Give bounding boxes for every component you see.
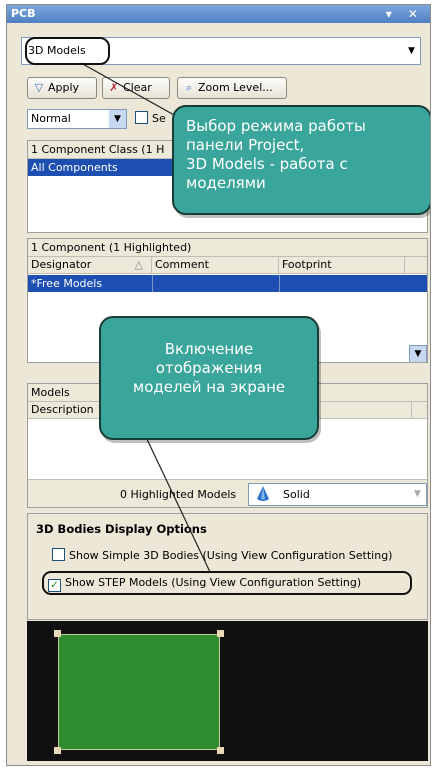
corner-handle[interactable] bbox=[54, 630, 61, 637]
mode-callout: Выбор режима работы панели Project, 3D M… bbox=[172, 105, 430, 215]
panel-title: PCB bbox=[11, 7, 36, 20]
table-row[interactable]: *Free Models bbox=[28, 275, 427, 292]
display-callout-text: Включение отображения моделей на экране bbox=[132, 340, 286, 396]
display-options-group: 3D Bodies Display Options Show Simple 3D… bbox=[27, 513, 428, 620]
chevron-down-icon[interactable]: ▼ bbox=[109, 110, 126, 128]
highlight-bar: 0 Highlighted Models Solid ▼ bbox=[28, 479, 427, 507]
column-filler bbox=[405, 257, 427, 274]
component-list-header: 1 Component (1 Highlighted) bbox=[28, 239, 427, 257]
select-checkbox[interactable]: Se bbox=[135, 111, 166, 125]
select-checkbox-box[interactable] bbox=[135, 111, 148, 124]
corner-handle[interactable] bbox=[54, 747, 61, 754]
clear-icon: ✗ bbox=[109, 81, 119, 94]
display-options-title: 3D Bodies Display Options bbox=[36, 522, 207, 536]
corner-handle[interactable] bbox=[217, 747, 224, 754]
component-list-dropdown[interactable]: ▼ bbox=[409, 345, 427, 362]
apply-button[interactable]: ▽ Apply bbox=[27, 77, 97, 99]
pcb-panel: PCB ▾ ✕ 3D Models ▼ ▽ Apply ✗ Clear ⌕ Zoom … bbox=[6, 4, 431, 766]
cone-icon bbox=[256, 486, 270, 502]
model-preview[interactable] bbox=[27, 621, 428, 761]
display-callout: Включение отображения моделей на экране bbox=[99, 316, 319, 440]
column-footprint[interactable]: Footprint bbox=[279, 257, 405, 274]
render-mode-value: Solid bbox=[283, 488, 310, 501]
mode-callout-text: Выбор режима работы панели Project, 3D M… bbox=[186, 117, 366, 192]
panel-title-bar: PCB ▾ ✕ bbox=[7, 5, 430, 23]
show-simple-bodies-checkbox[interactable] bbox=[52, 548, 65, 561]
mode-highlight-ring bbox=[25, 37, 110, 65]
board-preview bbox=[54, 630, 224, 754]
select-checkbox-label: Se bbox=[152, 112, 166, 125]
filter-mode-select[interactable]: Normal ▼ bbox=[27, 109, 127, 129]
magnifier-icon: ⌕ bbox=[185, 81, 193, 94]
render-mode-select[interactable]: Solid ▼ bbox=[248, 483, 427, 506]
show-step-models-option[interactable]: ✓ Show STEP Models (Using View Configurat… bbox=[42, 571, 412, 595]
zoom-level-button[interactable]: ⌕ Zoom Level... bbox=[177, 77, 287, 99]
filter-mode-value: Normal bbox=[31, 112, 71, 125]
show-step-models-label: Show STEP Models (Using View Configurati… bbox=[65, 576, 362, 589]
show-simple-bodies-label: Show Simple 3D Bodies (Using View Config… bbox=[69, 549, 393, 562]
show-step-models-checkbox[interactable]: ✓ bbox=[48, 579, 61, 592]
panel-controls[interactable]: ▾ ✕ bbox=[386, 5, 424, 23]
column-filler bbox=[412, 402, 427, 419]
corner-handle[interactable] bbox=[217, 630, 224, 637]
chevron-down-icon[interactable]: ▼ bbox=[403, 38, 420, 64]
column-designator[interactable]: Designator △ bbox=[28, 257, 152, 274]
highlighted-models-count: 0 Highlighted Models bbox=[120, 488, 237, 501]
filter-icon: ▽ bbox=[34, 81, 44, 94]
sort-indicator-icon: △ bbox=[134, 258, 143, 271]
chevron-down-icon[interactable]: ▼ bbox=[409, 484, 426, 505]
clear-button[interactable]: ✗ Clear bbox=[102, 77, 170, 99]
show-simple-bodies-option[interactable]: Show Simple 3D Bodies (Using View Config… bbox=[52, 548, 392, 562]
column-comment[interactable]: Comment bbox=[152, 257, 279, 274]
